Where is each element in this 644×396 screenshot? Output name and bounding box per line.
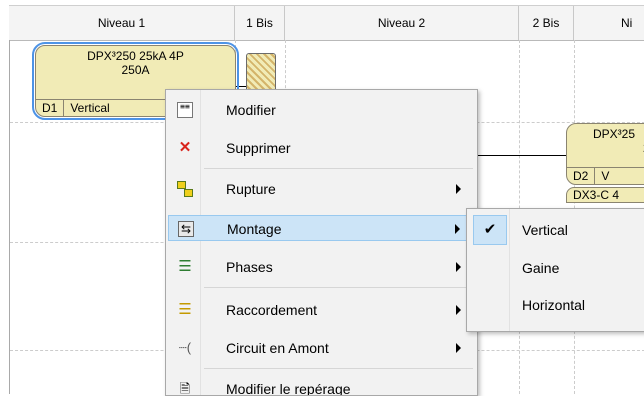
menu-separator (204, 287, 473, 288)
upstream-circuit-icon: ┈( (178, 340, 192, 355)
submenu-arrow-icon (456, 184, 461, 194)
column-header-bar: Niveau 1 1 Bis Niveau 2 2 Bis Ni (9, 5, 644, 41)
phases-icon: ☰ (178, 258, 192, 275)
component-code: D1 (36, 100, 65, 116)
menu-item-label: Rupture (226, 181, 276, 197)
component-title: DX3-C 4 (573, 188, 620, 202)
column-header-niveau-2[interactable]: Niveau 2 (285, 6, 519, 40)
column-header-1-bis[interactable]: 1 Bis (235, 6, 285, 40)
menu-item-label: Modifier le repérage (226, 381, 351, 396)
component-title-line1: DPX³250 25kA 4P (87, 49, 184, 63)
component-title: DPX³250 25kA 4P 250A (36, 46, 235, 77)
submenu-item-label: Horizontal (522, 297, 586, 313)
component-dx3-right[interactable]: DX3-C 4 (566, 187, 644, 203)
column-header-niveau-3[interactable]: Ni (574, 6, 644, 40)
menu-item-rupture[interactable]: Rupture (168, 176, 475, 202)
column-header-niveau-1[interactable]: Niveau 1 (9, 6, 235, 40)
component-footer: D2 V (567, 167, 644, 184)
menu-item-circuit-en-amont[interactable]: ┈( Circuit en Amont (168, 335, 475, 361)
menu-item-label: Supprimer (226, 140, 291, 156)
menu-item-label: Montage (227, 221, 282, 237)
menu-item-label: Modifier (226, 102, 276, 118)
menu-separator (204, 368, 473, 369)
menu-item-label: Phases (226, 259, 273, 275)
component-mounting: V (601, 169, 610, 183)
menu-item-montage[interactable]: ⇆ Montage (168, 215, 475, 241)
delete-x-icon: ✕ (178, 139, 192, 156)
component-code: D2 (567, 168, 596, 184)
wire (476, 155, 566, 156)
menu-item-phases[interactable]: ☰ Phases (168, 254, 475, 280)
component-title-line2: 250A (121, 63, 150, 77)
component-dpx-right[interactable]: DPX³25 2 D2 V (566, 123, 644, 185)
component-title-line1: DPX³25 (593, 127, 636, 141)
montage-submenu: ✔ Vertical Gaine Horizontal (466, 208, 644, 332)
submenu-arrow-icon (456, 305, 461, 315)
column-header-2-bis[interactable]: 2 Bis (519, 6, 574, 40)
connection-icon: ☰ (178, 301, 192, 318)
mounting-icon: ⇆ (178, 221, 194, 237)
submenu-item-gaine[interactable]: Gaine (469, 251, 644, 285)
component-title: DPX³25 2 (567, 124, 644, 155)
bis-component[interactable] (246, 53, 276, 93)
component-title-line2: 2 (593, 141, 644, 155)
submenu-item-horizontal[interactable]: Horizontal (469, 288, 644, 322)
rupture-icon (177, 181, 193, 197)
menu-item-modifier[interactable]: ≡≡ Modifier (168, 97, 475, 123)
submenu-arrow-icon (456, 262, 461, 272)
menu-item-label: Circuit en Amont (226, 340, 329, 356)
component-mounting: Vertical (70, 101, 110, 115)
menu-item-raccordement[interactable]: ☰ Raccordement (168, 297, 475, 323)
menu-item-label: Raccordement (226, 302, 318, 318)
submenu-arrow-icon (455, 224, 460, 234)
context-menu: ≡≡ Modifier ✕ Supprimer Rupture ⇆ Montag… (165, 89, 478, 396)
menu-item-modifier-le-reperage[interactable]: 🗎 Modifier le repérage (168, 376, 475, 396)
submenu-item-vertical[interactable]: ✔ Vertical (469, 213, 644, 247)
submenu-item-label: Gaine (522, 260, 560, 276)
menu-separator (204, 168, 473, 169)
submenu-item-label: Vertical (522, 222, 568, 238)
menu-item-supprimer[interactable]: ✕ Supprimer (168, 135, 475, 161)
edit-properties-icon: ≡≡ (177, 102, 193, 118)
checkmark-icon: ✔ (473, 215, 507, 245)
submenu-arrow-icon (456, 343, 461, 353)
